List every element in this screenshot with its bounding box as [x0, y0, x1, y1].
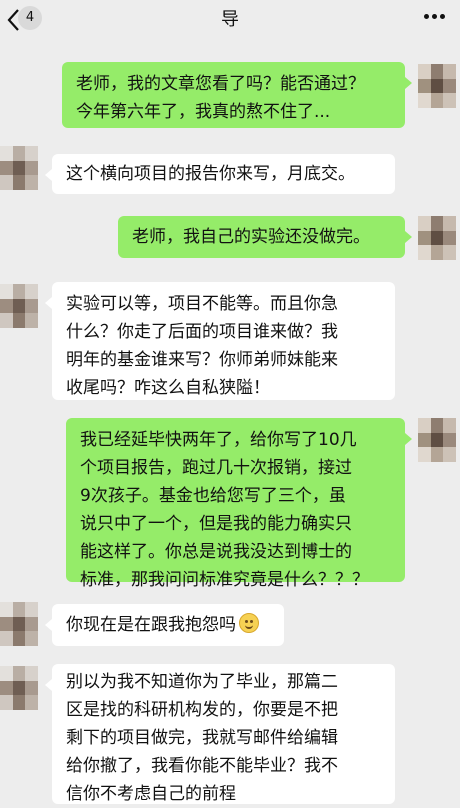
my-avatar[interactable] [418, 216, 456, 260]
message-bubble-outgoing[interactable]: 老师，我自己的实验还没做完。 [118, 216, 412, 258]
message-line: 实验可以等，项目不能等。而且你急 [66, 294, 338, 314]
message-bubble-outgoing[interactable]: 我已经延毕快两年了，给你写了10几 个项目报告，跑过几十次报销，接过 9次孩子。… [66, 418, 412, 590]
message-line: 明年的基金谁来写？你师弟师妹能来 [66, 350, 338, 370]
message-bubble-incoming[interactable]: 实验可以等，项目不能等。而且你急 什么？你走了后面的项目谁来做？我 明年的基金谁… [45, 282, 395, 400]
message-line: 你现在是在跟我抱怨吗 [66, 615, 236, 635]
message-line: 这个横向项目的报告你来写，月底交。 [66, 164, 355, 184]
message-line: 个项目报告，跑过几十次报销，接过 [80, 458, 352, 478]
message-line: 能这样了。你总是说我没达到博士的 [80, 542, 352, 562]
advisor-avatar[interactable] [0, 146, 38, 190]
my-avatar[interactable] [418, 64, 456, 108]
message-line: 信你不考虑自己的前程 [66, 784, 236, 804]
message-line: 给你撤了，我看你能不能毕业？我不 [66, 756, 338, 776]
my-avatar[interactable] [418, 418, 456, 462]
chat-title: 导 [221, 9, 239, 30]
chat-header: 4 导 [0, 0, 460, 42]
ellipsis-icon[interactable] [424, 14, 446, 22]
message-line: 剩下的项目做完，我就写邮件给编辑 [66, 728, 338, 748]
message-line: 别以为我不知道你为了毕业，那篇二 [66, 672, 338, 692]
advisor-avatar[interactable] [0, 602, 38, 646]
message-bubble-incoming[interactable]: 你现在是在跟我抱怨吗 [45, 604, 284, 646]
message-bubble-outgoing[interactable]: 老师，我的文章您看了吗？能否通过？ 今年第六年了，我真的熬不住了... [62, 62, 412, 128]
smile-emoji-icon [239, 613, 259, 633]
message-line: 区是找的科研机构发的，你要是不把 [66, 700, 338, 720]
message-line: 说只中了一个，但是我的能力确实只 [80, 514, 352, 534]
message-line: 标准，那我问问标准究竟是什么？？？ [80, 570, 369, 590]
advisor-avatar[interactable] [0, 666, 38, 710]
message-line: 今年第六年了，我真的熬不住了... [76, 102, 331, 122]
message-line: 老师，我自己的实验还没做完。 [132, 227, 370, 247]
message-bubble-incoming[interactable]: 别以为我不知道你为了毕业，那篇二 区是找的科研机构发的，你要是不把 剩下的项目做… [45, 664, 395, 804]
advisor-avatar[interactable] [0, 284, 38, 328]
message-line: 老师，我的文章您看了吗？能否通过？ [76, 74, 365, 94]
message-line: 9次孩子。基金也给您写了三个，虽 [80, 486, 346, 506]
message-line: 我已经延毕快两年了，给你写了10几 [80, 430, 357, 450]
message-bubble-incoming[interactable]: 这个横向项目的报告你来写，月底交。 [45, 154, 395, 194]
message-line: 什么？你走了后面的项目谁来做？我 [66, 322, 338, 342]
message-line: 收尾吗？咋这么自私狭隘！ [66, 378, 270, 398]
